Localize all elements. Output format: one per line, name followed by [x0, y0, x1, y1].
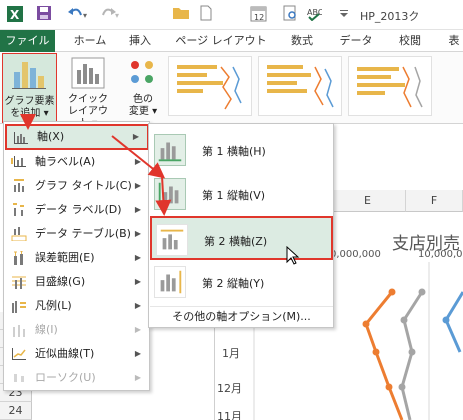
mouse-cursor-icon: [286, 246, 300, 265]
annotation-arrows: [20, 114, 172, 216]
annotation-arrow: [111, 135, 166, 179]
annotation-arrow: [155, 175, 172, 216]
